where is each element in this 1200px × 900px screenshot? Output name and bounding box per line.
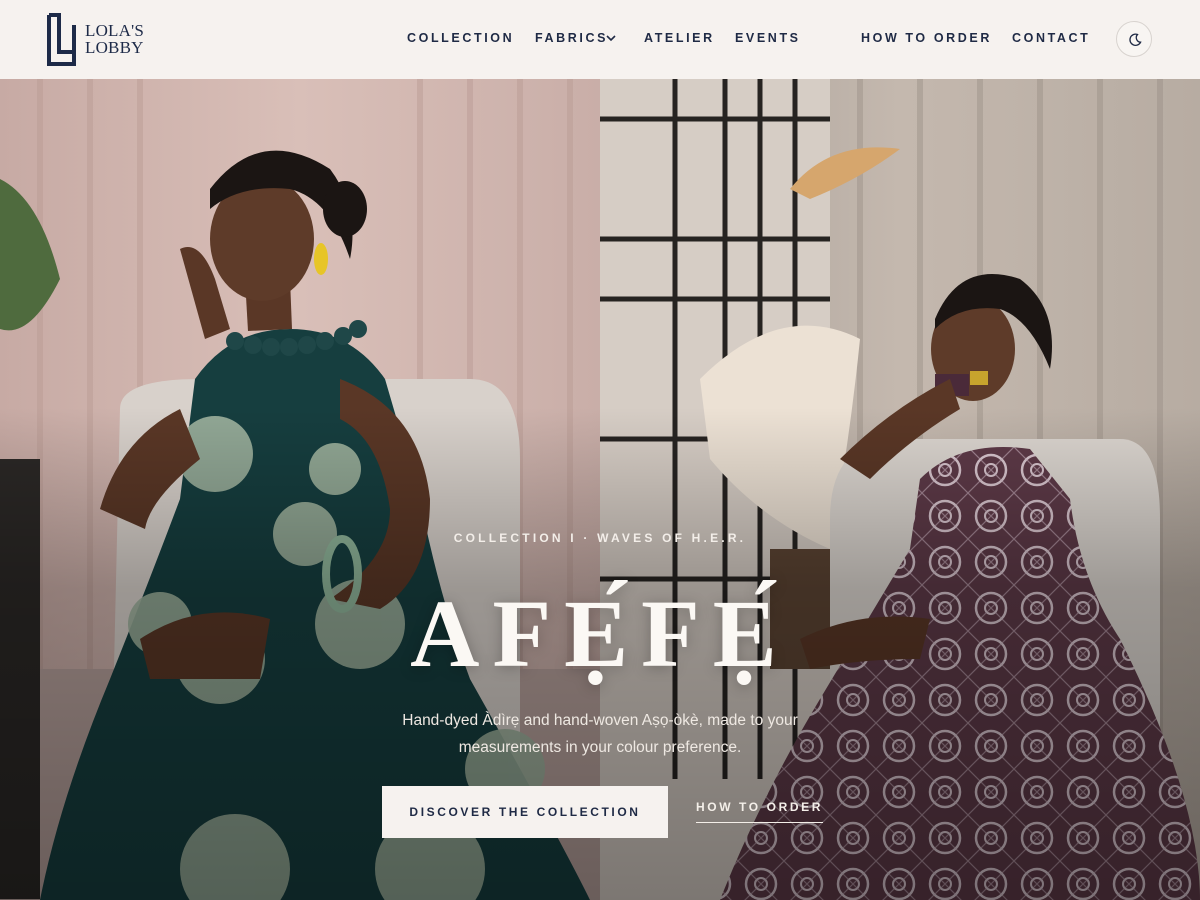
hero-eyebrow: COLLECTION I · WAVES OF H.E.R. bbox=[453, 531, 747, 545]
site-header: LOLA'S LOBBY COLLECTION FABRICS ATELIER … bbox=[0, 0, 1200, 79]
brand-line-1: LOLA'S bbox=[85, 21, 145, 40]
theme-toggle-button[interactable] bbox=[1116, 21, 1152, 57]
logo-mark-icon bbox=[47, 13, 76, 66]
how-to-order-link[interactable]: HOW TO ORDER bbox=[696, 800, 823, 823]
nav-events[interactable]: EVENTS bbox=[735, 31, 801, 45]
hero-subtitle: Hand-dyed Àdìrẹ and hand-woven Aṣọ-òkè, … bbox=[402, 712, 798, 756]
brand-logo[interactable]: LOLA'S LOBBY bbox=[47, 13, 157, 66]
nav-how-to-order[interactable]: HOW TO ORDER bbox=[861, 31, 992, 45]
nav-fabrics[interactable]: FABRICS bbox=[535, 31, 608, 45]
nav-atelier[interactable]: ATELIER bbox=[644, 31, 715, 45]
hero-overlay bbox=[0, 79, 1200, 900]
nav-collection[interactable]: COLLECTION bbox=[407, 31, 514, 45]
chevron-down-icon[interactable] bbox=[605, 32, 617, 44]
moon-icon bbox=[1129, 33, 1142, 46]
hero-title: AFẸ́FẸ́ bbox=[410, 580, 790, 687]
brand-line-2: LOBBY bbox=[85, 38, 144, 57]
discover-collection-button[interactable]: DISCOVER THE COLLECTION bbox=[382, 786, 668, 838]
hero-section bbox=[0, 79, 1200, 900]
brand-name: LOLA'S LOBBY bbox=[85, 22, 144, 56]
nav-contact[interactable]: CONTACT bbox=[1012, 31, 1090, 45]
